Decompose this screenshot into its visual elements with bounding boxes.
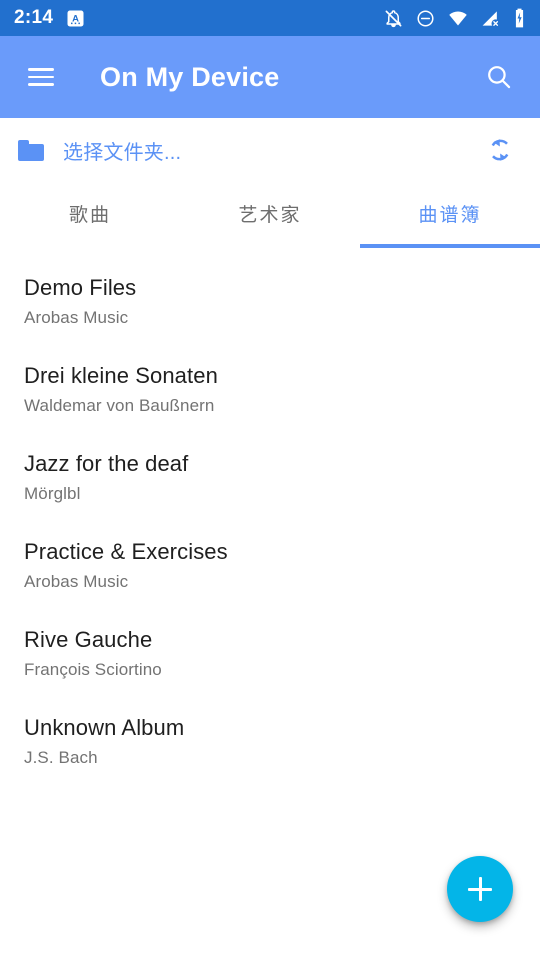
list-item-title: Drei kleine Sonaten [24,363,218,388]
search-button[interactable] [476,54,522,100]
plus-icon [466,875,494,903]
list-item[interactable]: Rive Gauche François Sciortino [0,612,540,700]
list-item-subtitle: Waldemar von Baußnern [24,396,215,415]
list-item-title: Unknown Album [24,715,185,740]
list-item-title: Demo Files [24,275,137,300]
add-button[interactable] [447,856,513,922]
list-item-title: Practice & Exercises [24,539,228,564]
app-root: 2:14 A On My Device 选择文件夹... 歌曲 艺术家 曲谱簿 … [0,0,540,960]
list-item-subtitle: J.S. Bach [24,748,98,767]
list-item[interactable]: Practice & Exercises Arobas Music [0,524,540,612]
status-bar-clock: 2:14 [14,7,54,28]
status-bar-notifications: A [67,10,84,27]
folder-icon [18,139,44,161]
list-item[interactable]: Demo Files Arobas Music [0,260,540,348]
battery-charging-icon [515,8,524,28]
list-item-title: Jazz for the deaf [24,451,189,476]
app-bar: On My Device [0,36,540,118]
cell-signal-off-icon [482,10,500,28]
list-item-subtitle: François Sciortino [24,660,162,679]
list-item-title: Rive Gauche [24,627,153,652]
tab-songs[interactable]: 歌曲 [0,182,180,248]
list-item[interactable]: Jazz for the deaf Mörglbl [0,436,540,524]
tab-active-indicator [360,244,540,248]
search-icon [488,66,511,89]
page-title: On My Device [100,61,280,92]
wifi-icon [449,11,467,26]
list-item-subtitle: Arobas Music [24,572,129,591]
hamburger-menu-icon [28,63,54,91]
list-item[interactable]: Unknown Album J.S. Bach [0,700,540,788]
songbook-list: Demo Files Arobas Music Drei kleine Sona… [0,248,540,788]
folder-select-row[interactable]: 选择文件夹... [0,118,540,182]
tab-bar: 歌曲 艺术家 曲谱簿 [0,182,540,248]
notifications-silenced-icon [385,9,402,27]
do-not-disturb-icon [417,9,434,27]
hamburger-menu-button[interactable] [18,54,64,100]
refresh-button[interactable] [478,128,522,172]
list-item-subtitle: Arobas Music [24,308,129,327]
list-item-subtitle: Mörglbl [24,484,81,503]
notification-app-icon: A [67,10,84,26]
refresh-sync-icon [491,139,509,161]
status-bar: 2:14 A [0,0,540,36]
tab-songbooks[interactable]: 曲谱簿 [360,182,540,248]
folder-select-label: 选择文件夹... [63,141,182,164]
tab-artists[interactable]: 艺术家 [180,182,360,248]
list-item[interactable]: Drei kleine Sonaten Waldemar von Baußner… [0,348,540,436]
status-bar-system-icons [384,8,526,28]
